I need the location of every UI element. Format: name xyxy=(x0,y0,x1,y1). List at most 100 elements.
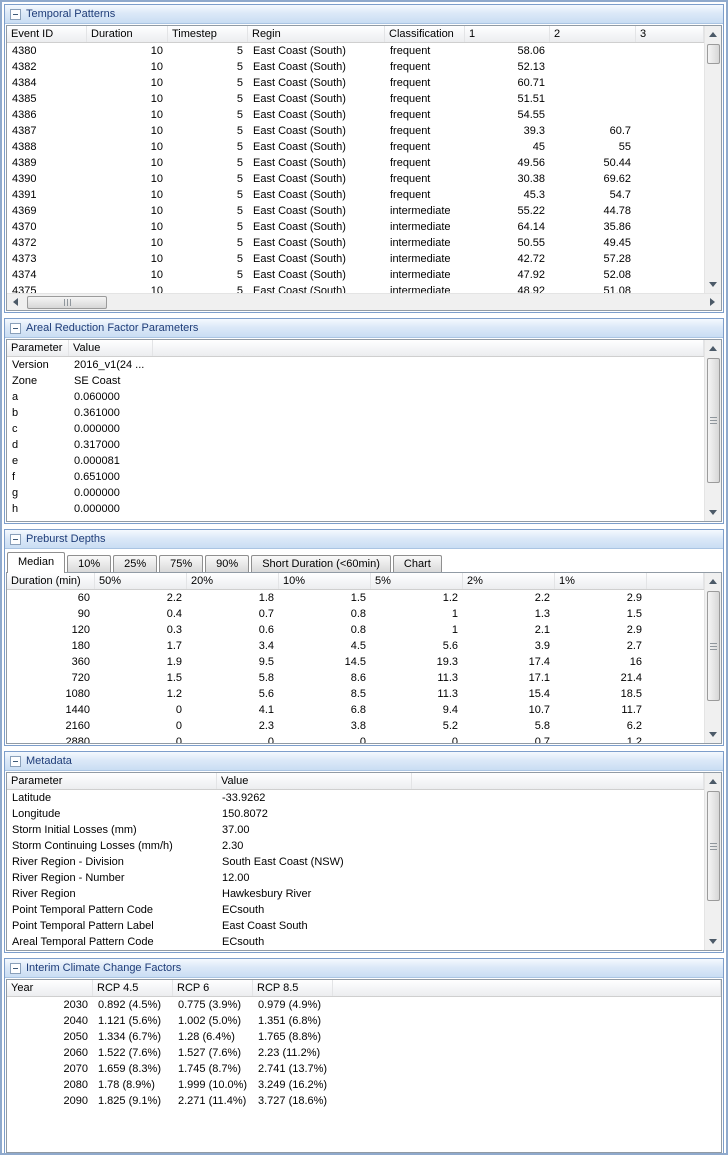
collapse-icon[interactable] xyxy=(10,9,21,20)
table-row[interactable]: 4384105East Coast (South)frequent60.71 xyxy=(7,75,704,91)
column-header[interactable]: Duration (min) xyxy=(7,573,95,589)
table-row[interactable]: 4387105East Coast (South)frequent39.360.… xyxy=(7,123,704,139)
table-row[interactable]: 1200.30.60.812.12.9 xyxy=(7,622,704,638)
table-row[interactable]: 288000000.71.2 xyxy=(7,734,704,743)
table-row[interactable]: 4370105East Coast (South)intermediate64.… xyxy=(7,219,704,235)
table-row[interactable]: 20901.825 (9.1%)2.271 (11.4%)3.727 (18.6… xyxy=(7,1093,721,1109)
tab-90[interactable]: 90% xyxy=(205,555,249,572)
table-row[interactable]: a0.060000 xyxy=(7,389,704,405)
table-row[interactable]: 20701.659 (8.3%)1.745 (8.7%)2.741 (13.7%… xyxy=(7,1061,721,1077)
scroll-up-button[interactable] xyxy=(705,340,722,357)
table-row[interactable]: Point Temporal Pattern LabelEast Coast S… xyxy=(7,918,704,934)
column-header[interactable]: Regin xyxy=(248,26,385,42)
column-header[interactable] xyxy=(647,573,704,589)
column-header[interactable]: Timestep xyxy=(168,26,248,42)
scroll-down-button[interactable] xyxy=(705,726,722,743)
scroll-up-button[interactable] xyxy=(705,573,722,590)
tab-chart[interactable]: Chart xyxy=(393,555,442,572)
vertical-scrollbar[interactable] xyxy=(704,26,721,293)
tab-10[interactable]: 10% xyxy=(67,555,111,572)
collapse-icon[interactable] xyxy=(10,756,21,767)
table-row[interactable]: 900.40.70.811.31.5 xyxy=(7,606,704,622)
table-row[interactable]: 4390105East Coast (South)frequent30.3869… xyxy=(7,171,704,187)
column-header[interactable]: 1 xyxy=(465,26,550,42)
table-row[interactable]: Longitude150.8072 xyxy=(7,806,704,822)
table-row[interactable]: 10801.25.68.511.315.418.5 xyxy=(7,686,704,702)
tab-75[interactable]: 75% xyxy=(159,555,203,572)
column-header[interactable]: 5% xyxy=(371,573,463,589)
scroll-down-button[interactable] xyxy=(705,933,722,950)
column-header[interactable]: Parameter xyxy=(7,773,217,789)
table-row[interactable]: Storm Continuing Losses (mm/h)2.30 xyxy=(7,838,704,854)
table-row[interactable]: 4372105East Coast (South)intermediate50.… xyxy=(7,235,704,251)
scroll-up-button[interactable] xyxy=(705,773,722,790)
table-row[interactable]: Version2016_v1(24 ... xyxy=(7,357,704,373)
column-header[interactable]: 10% xyxy=(279,573,371,589)
table-row[interactable]: River Region - DivisionSouth East Coast … xyxy=(7,854,704,870)
table-row[interactable]: River Region - Number12.00 xyxy=(7,870,704,886)
table-row[interactable]: 4375105East Coast (South)intermediate48.… xyxy=(7,283,704,293)
column-header[interactable]: Duration xyxy=(87,26,168,42)
table-row[interactable]: Storm Initial Losses (mm)37.00 xyxy=(7,822,704,838)
table-row[interactable]: Point Temporal Pattern CodeECsouth xyxy=(7,902,704,918)
table-row[interactable]: f0.651000 xyxy=(7,469,704,485)
column-header[interactable]: RCP 6 xyxy=(173,980,253,996)
table-row[interactable]: 4374105East Coast (South)intermediate47.… xyxy=(7,267,704,283)
collapse-icon[interactable] xyxy=(10,323,21,334)
column-header[interactable]: 50% xyxy=(95,573,187,589)
vertical-scrollbar-thumb[interactable] xyxy=(707,591,720,701)
table-row[interactable]: h0.000000 xyxy=(7,501,704,517)
table-row[interactable]: 4386105East Coast (South)frequent54.55 xyxy=(7,107,704,123)
table-row[interactable]: River RegionHawkesbury River xyxy=(7,886,704,902)
scroll-down-button[interactable] xyxy=(705,504,722,521)
table-row[interactable]: 7201.55.88.611.317.121.4 xyxy=(7,670,704,686)
table-row[interactable]: b0.361000 xyxy=(7,405,704,421)
column-header[interactable]: Classification xyxy=(385,26,465,42)
column-header[interactable]: 1% xyxy=(555,573,647,589)
scroll-left-button[interactable] xyxy=(7,294,24,311)
column-header[interactable]: Event ID xyxy=(7,26,87,42)
table-row[interactable]: 4389105East Coast (South)frequent49.5650… xyxy=(7,155,704,171)
horizontal-scrollbar[interactable] xyxy=(7,293,721,310)
table-row[interactable]: 4388105East Coast (South)frequent4555 xyxy=(7,139,704,155)
table-row[interactable]: Latitude-33.9262 xyxy=(7,790,704,806)
table-row[interactable]: 4380105East Coast (South)frequent58.06 xyxy=(7,43,704,59)
table-row[interactable]: 20401.121 (5.6%)1.002 (5.0%)1.351 (6.8%) xyxy=(7,1013,721,1029)
table-row[interactable]: 4382105East Coast (South)frequent52.13 xyxy=(7,59,704,75)
table-row[interactable]: 4391105East Coast (South)frequent45.354.… xyxy=(7,187,704,203)
column-header[interactable]: RCP 8.5 xyxy=(253,980,333,996)
column-header[interactable] xyxy=(333,980,721,996)
table-row[interactable]: 4385105East Coast (South)frequent51.51 xyxy=(7,91,704,107)
vertical-scrollbar-thumb[interactable] xyxy=(707,44,720,64)
table-row[interactable]: c0.000000 xyxy=(7,421,704,437)
vertical-scrollbar-thumb[interactable] xyxy=(707,791,720,901)
vertical-scrollbar[interactable] xyxy=(704,340,721,521)
tab-short-duration-60min[interactable]: Short Duration (<60min) xyxy=(251,555,391,572)
scroll-up-button[interactable] xyxy=(705,26,722,43)
tab-median[interactable]: Median xyxy=(7,552,65,573)
table-row[interactable]: 1801.73.44.55.63.92.7 xyxy=(7,638,704,654)
column-header[interactable]: 2% xyxy=(463,573,555,589)
column-header[interactable]: 2 xyxy=(550,26,636,42)
scroll-right-button[interactable] xyxy=(704,294,721,311)
column-header[interactable]: 20% xyxy=(187,573,279,589)
column-header[interactable] xyxy=(153,340,704,356)
column-header[interactable]: Value xyxy=(217,773,412,789)
vertical-scrollbar[interactable] xyxy=(704,773,721,950)
scroll-down-button[interactable] xyxy=(705,276,722,293)
table-row[interactable]: 144004.16.89.410.711.7 xyxy=(7,702,704,718)
vertical-scrollbar-thumb[interactable] xyxy=(707,358,720,483)
column-header[interactable]: Year xyxy=(7,980,93,996)
column-header[interactable]: Parameter xyxy=(7,340,69,356)
table-row[interactable]: 216002.33.85.25.86.2 xyxy=(7,718,704,734)
collapse-icon[interactable] xyxy=(10,534,21,545)
table-row[interactable]: 20801.78 (8.9%)1.999 (10.0%)3.249 (16.2%… xyxy=(7,1077,721,1093)
column-header[interactable] xyxy=(412,773,704,789)
table-row[interactable]: d0.317000 xyxy=(7,437,704,453)
table-row[interactable]: ZoneSE Coast xyxy=(7,373,704,389)
table-row[interactable]: 20501.334 (6.7%)1.28 (6.4%)1.765 (8.8%) xyxy=(7,1029,721,1045)
table-row[interactable]: 4373105East Coast (South)intermediate42.… xyxy=(7,251,704,267)
column-header[interactable]: Value xyxy=(69,340,153,356)
table-row[interactable]: g0.000000 xyxy=(7,485,704,501)
column-header[interactable]: 3 xyxy=(636,26,704,42)
